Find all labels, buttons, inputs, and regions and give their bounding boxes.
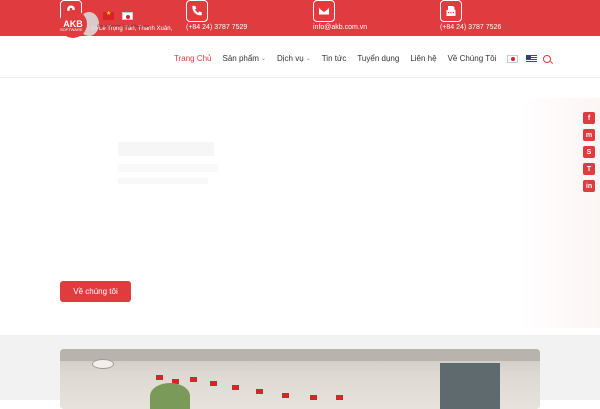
photo-window xyxy=(440,363,500,409)
photo-bunting-flag xyxy=(232,385,239,390)
nav-item-news[interactable]: Tin tức xyxy=(322,54,347,63)
nav-item-contact[interactable]: Liên hệ xyxy=(410,54,436,63)
chevron-down-icon: ⌄ xyxy=(260,56,266,62)
photo-plant xyxy=(150,383,190,409)
linkedin-icon[interactable]: in xyxy=(583,180,595,192)
site-logo[interactable]: AKB SOFTWARE Good Partner, Great Success xyxy=(59,10,149,38)
office-section xyxy=(0,335,600,409)
hero-faded-text xyxy=(118,178,208,184)
skype-icon[interactable]: S xyxy=(583,146,595,158)
social-share-bar: f m S T in xyxy=(583,112,595,197)
logo-subtitle: SOFTWARE xyxy=(60,27,83,32)
nav-item-home[interactable]: Trang Chủ xyxy=(174,54,212,63)
phone-icon xyxy=(186,0,208,22)
phone-text[interactable]: (+84 24) 3787 7529 xyxy=(186,24,247,31)
photo-bunting-flag xyxy=(310,395,317,400)
photo-bunting-flag xyxy=(156,375,163,380)
email-contact[interactable]: info@akb.com.vn xyxy=(313,0,367,31)
logo-slogan: Good Partner, Great Success xyxy=(97,23,150,28)
photo-ceiling-lamp xyxy=(92,359,114,369)
photo-bunting-flag xyxy=(190,377,197,382)
photo-bunting-flag xyxy=(336,395,343,400)
chevron-down-icon: ⌄ xyxy=(305,56,311,62)
vietnam-flag-icon xyxy=(103,10,114,20)
messenger-icon[interactable]: m xyxy=(583,129,595,141)
japanese-language-flag-icon[interactable] xyxy=(507,54,519,63)
about-us-button[interactable]: Về chúng tôi xyxy=(60,281,131,302)
envelope-icon xyxy=(313,0,335,22)
hero-faded-heading xyxy=(118,142,214,156)
photo-bunting-flag xyxy=(256,389,263,394)
photo-bunting-flag xyxy=(282,393,289,398)
nav-item-services[interactable]: Dịch vụ ⌄ xyxy=(277,54,311,63)
phone-contact[interactable]: (+84 24) 3787 7529 xyxy=(186,0,247,31)
nav-item-careers[interactable]: Tuyển dụng xyxy=(357,54,399,63)
japan-flag-icon xyxy=(122,12,133,20)
office-photo xyxy=(60,349,540,409)
fax-icon xyxy=(440,0,462,22)
teams-icon[interactable]: T xyxy=(583,163,595,175)
main-nav: Trang Chủ Sản phẩm ⌄ Dịch vụ ⌄ Tin tức Tuy… xyxy=(174,54,552,63)
english-language-flag-icon[interactable] xyxy=(526,54,538,63)
nav-item-about[interactable]: Về Chúng Tôi xyxy=(448,54,497,63)
fax-text[interactable]: (+84 24) 3787 7526 xyxy=(440,24,501,31)
fax-contact[interactable]: (+84 24) 3787 7526 xyxy=(440,0,501,31)
hero-faded-text xyxy=(118,164,218,172)
search-icon[interactable] xyxy=(543,54,552,63)
logo-mark: AKB xyxy=(59,10,87,38)
photo-bunting-flag xyxy=(210,381,217,386)
photo-ceiling xyxy=(60,349,540,361)
email-text[interactable]: info@akb.com.vn xyxy=(313,24,367,31)
nav-item-products[interactable]: Sản phẩm ⌄ xyxy=(223,54,267,63)
facebook-icon[interactable]: f xyxy=(583,112,595,124)
hero-section: Về chúng tôi xyxy=(0,78,600,335)
